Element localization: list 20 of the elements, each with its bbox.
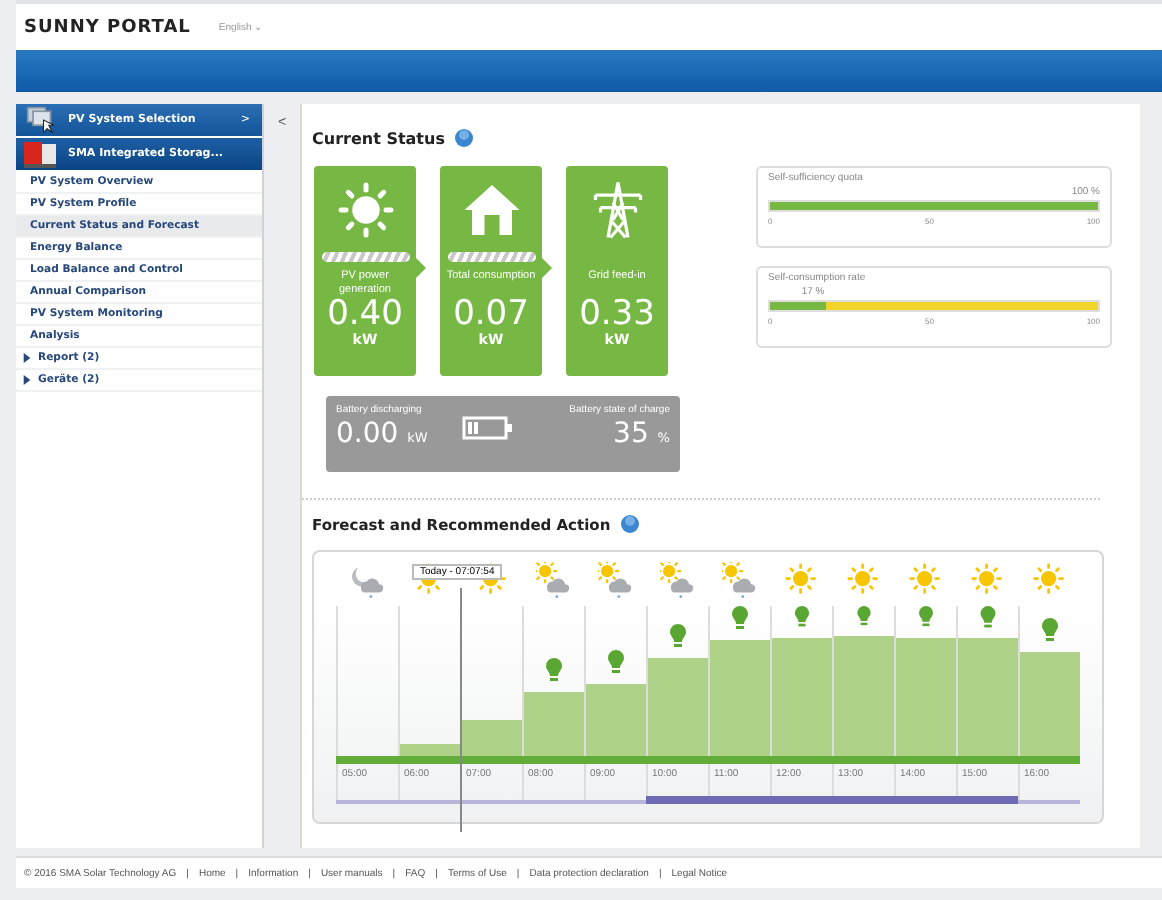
battery-icon [462,416,515,440]
forecast-bar [1020,652,1080,756]
help-icon [620,514,641,534]
house-icon [461,180,521,240]
inverter-icon [24,140,56,168]
forecast-bar [586,684,646,756]
forecast-bar [958,638,1018,756]
forecast-bar [772,637,832,756]
portal-logo[interactable]: SUNNY PORTAL [24,17,191,37]
forecast-bar [896,637,956,756]
sun-icon [335,180,395,240]
tile-value: 0.07 [453,296,529,332]
help-icon [454,128,475,148]
forecast-bar [710,640,770,756]
forecast-bar [648,658,708,756]
tile-value: 0.33 [579,296,655,332]
forecast-bar [834,636,894,756]
windows-cursor-icon [24,106,56,134]
section-title: Current Status [312,129,445,147]
tile-value: 0.40 [327,296,403,332]
